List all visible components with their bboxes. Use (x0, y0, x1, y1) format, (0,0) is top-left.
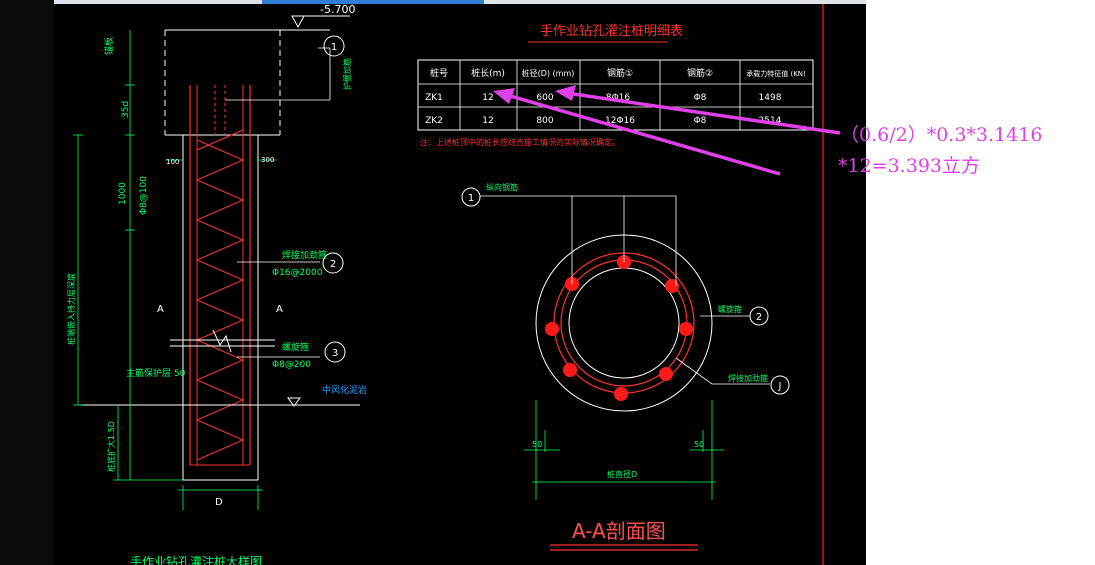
table-cell: Φ8 (694, 93, 707, 103)
annotation-line-1: （0.6/2）*0.3*3.1416 (840, 124, 1042, 146)
svg-text:2: 2 (330, 259, 336, 270)
annotation-line-2: *12=3.393立方 (838, 155, 980, 177)
table-cell: ZK2 (425, 116, 443, 126)
vertical-note: 桩端嵌入持力层深度 (66, 273, 76, 345)
spacing-phi8-100: Φ8@100 (139, 176, 149, 215)
table-note: 注：上述桩顶中的桩长应结合施工情况的实际情况确定。 (420, 137, 620, 147)
soil-label: 中风化泥岩 (322, 384, 367, 396)
spiral-label: 螺旋箍 (282, 341, 309, 353)
header-cell: 钢筋② (687, 67, 713, 79)
elevation-top-text: -5.700 (320, 3, 355, 16)
table-cell: 12 (482, 116, 493, 126)
svg-text:1: 1 (468, 193, 474, 204)
section-mark-right: A (276, 304, 283, 315)
left-dark-strip (0, 0, 54, 565)
svg-text:J: J (778, 381, 782, 392)
dim-100: 100 (166, 158, 179, 166)
top-bar-active (262, 0, 484, 4)
table-cell: ZK1 (425, 93, 443, 103)
cover-label: 主筋保护层 50 (126, 367, 186, 379)
spiral-hoop-label: 螺旋箍 (718, 304, 742, 314)
table-cell: 12 (482, 93, 493, 103)
dim-left-50: 50 (532, 440, 542, 449)
table-title: 手作业钻孔灌注桩明细表 (540, 24, 683, 39)
bottom-d-label: D (215, 497, 223, 508)
dim-1000: 1000 (118, 182, 128, 205)
weld-hoop-label: 焊接加劲箍 (282, 249, 327, 261)
longitudinal-bar-label: 纵向钢筋 (486, 182, 518, 192)
weld-hoop-label-section: 焊接加劲箍 (728, 373, 768, 383)
section-title: A-A剖面图 (572, 519, 666, 543)
cad-drawing-canvas: -5.700 中风化泥岩 锚板 35d 1000 Φ8@100 100 300 … (0, 0, 1095, 565)
header-cell: 承载力特征值 (KN) (746, 69, 806, 78)
weld-hoop-spacing: Φ16@2000 (272, 268, 323, 278)
svg-text:3: 3 (332, 348, 338, 359)
cage-label: 护壁加筋 (342, 58, 352, 90)
table-cell: 600 (536, 93, 553, 103)
header-cell: 桩径(D) (mm) (522, 68, 575, 78)
dim-right-50: 50 (694, 440, 704, 449)
svg-text:1: 1 (331, 42, 337, 53)
header-cell: 桩长(m) (471, 67, 505, 79)
table-cell: 1498 (759, 93, 782, 103)
table-cell: 800 (536, 116, 553, 126)
header-cell: 钢筋① (607, 67, 633, 79)
bottom-note: 桩底扩大1.5D (106, 421, 116, 472)
dim-diameter: 桩直径D (607, 469, 637, 479)
table-cell: Φ8 (694, 116, 707, 126)
dim-300: 300 (261, 156, 274, 164)
anchor-label: 锚板 (103, 37, 115, 55)
bottom-title: 手作业钻孔灌注桩大样图 (130, 554, 262, 565)
dim-35d: 35d (121, 101, 131, 118)
spiral-spacing: Φ8@200 (272, 360, 311, 370)
section-mark-left: A (157, 304, 164, 315)
header-cell: 桩号 (430, 67, 448, 79)
svg-text:2: 2 (756, 312, 762, 323)
